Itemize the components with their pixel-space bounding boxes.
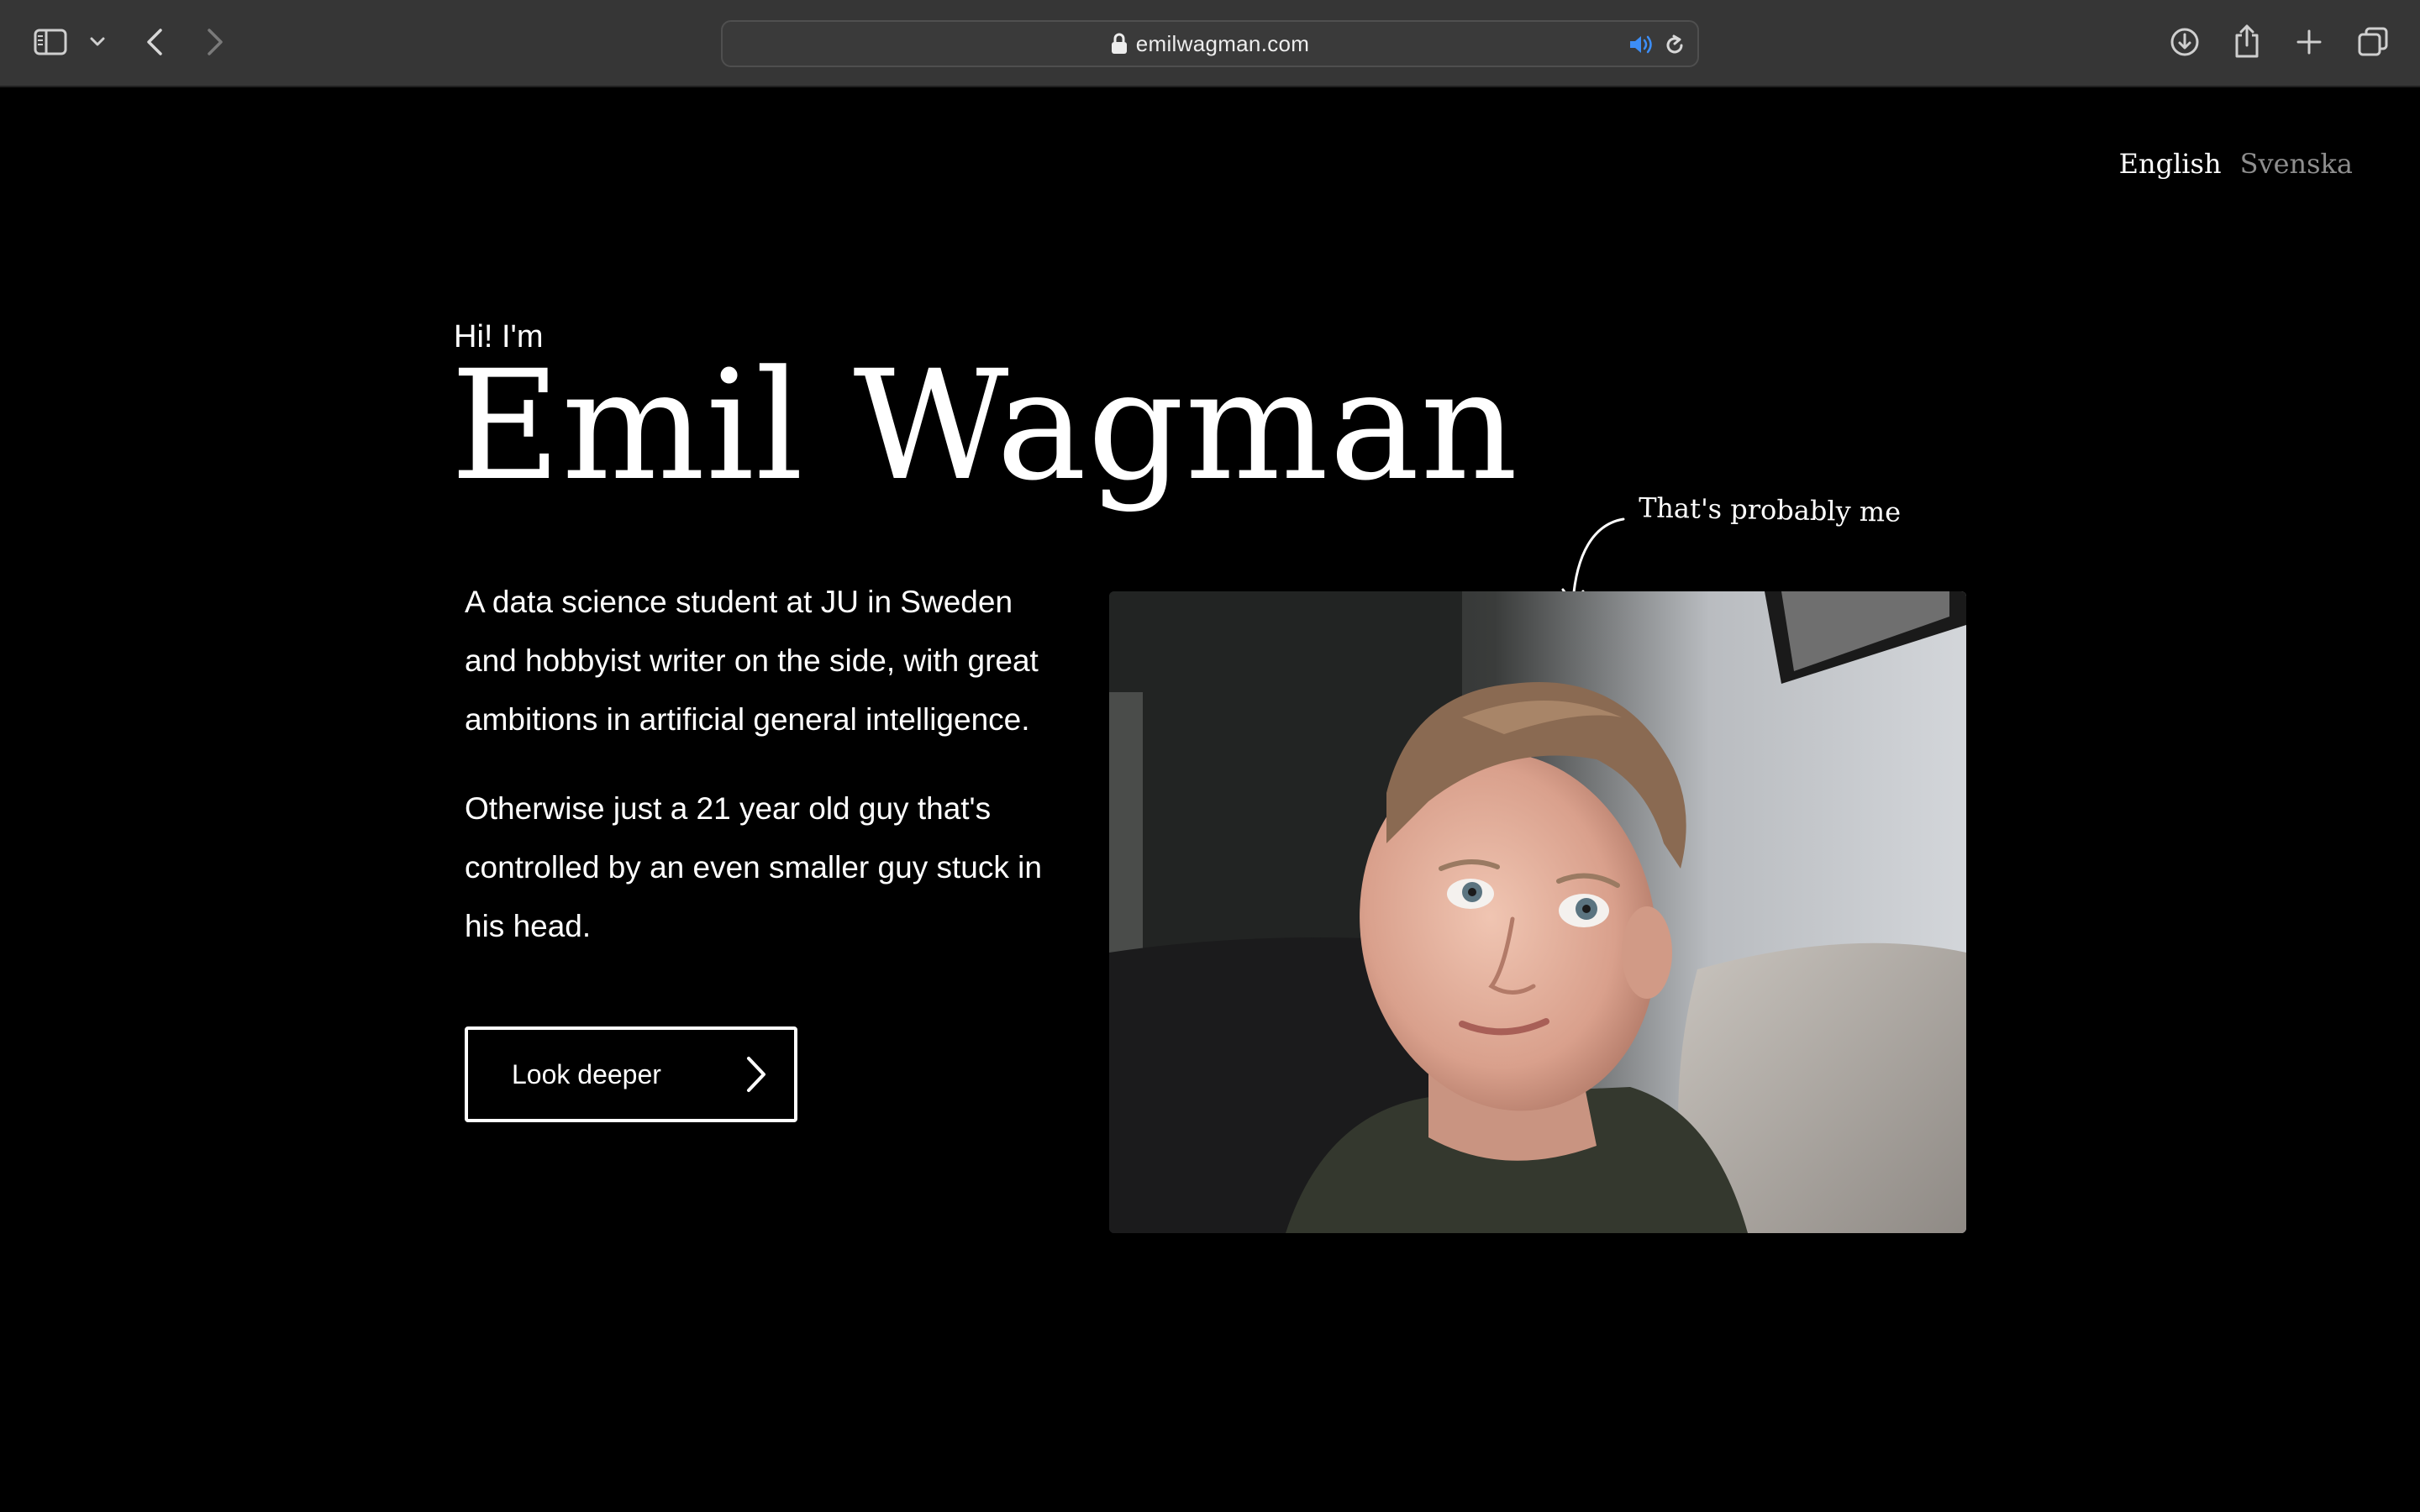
- page-title: Emil Wagman: [450, 339, 1519, 514]
- look-deeper-button[interactable]: Look deeper: [465, 1026, 797, 1122]
- lock-icon: [1111, 33, 1128, 55]
- plus-icon[interactable]: [2294, 27, 2324, 57]
- bio-paragraph: Otherwise just a 21 year old guy that's …: [465, 791, 1042, 943]
- address-bar[interactable]: emilwagman.com: [721, 20, 1699, 67]
- sidebar-icon[interactable]: [32, 27, 69, 57]
- share-icon[interactable]: [2232, 22, 2262, 60]
- browser-toolbar: emilwagman.com: [0, 0, 2420, 87]
- chevron-right-icon: [208, 29, 223, 55]
- back-button[interactable]: [139, 25, 170, 59]
- chevron-down-icon[interactable]: [87, 32, 108, 52]
- language-switcher: English Svenska: [2119, 148, 2353, 180]
- download-icon[interactable]: [2168, 25, 2202, 59]
- look-deeper-label: Look deeper: [512, 1058, 661, 1089]
- chevron-right-icon: [744, 1055, 769, 1100]
- tabs-overview-icon[interactable]: [2356, 25, 2390, 59]
- bio-paragraph: A data science student at JU in Sweden a…: [465, 585, 1039, 737]
- language-english[interactable]: English: [2119, 148, 2222, 180]
- url-text: emilwagman.com: [1135, 30, 1310, 56]
- forward-button[interactable]: [200, 25, 230, 59]
- photo-caption: That's probably me: [1638, 491, 1902, 528]
- language-svenska[interactable]: Svenska: [2240, 148, 2353, 180]
- reload-icon[interactable]: [1664, 34, 1686, 61]
- profile-photo: [1109, 591, 1966, 1233]
- chevron-left-icon: [147, 29, 162, 55]
- speaker-icon[interactable]: [1628, 34, 1655, 60]
- bio: A data science student at JU in Sweden a…: [465, 573, 1053, 986]
